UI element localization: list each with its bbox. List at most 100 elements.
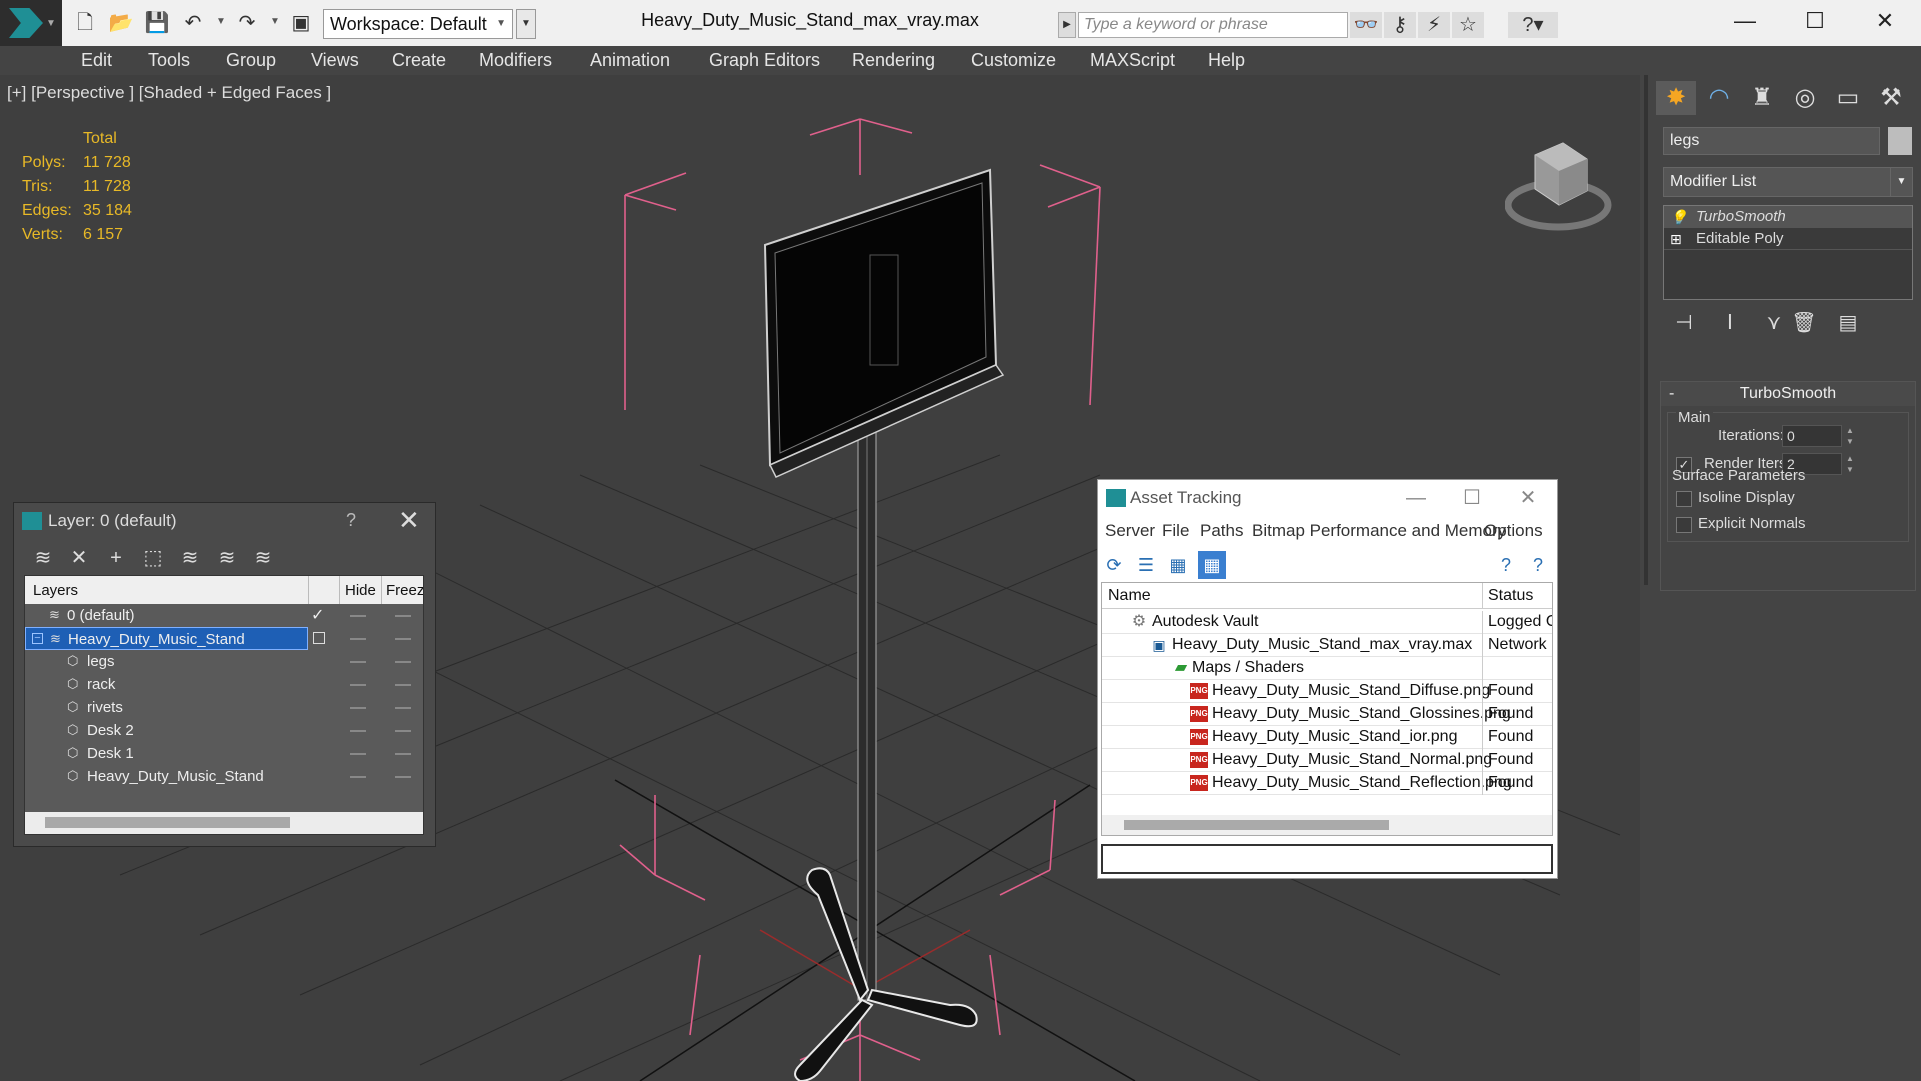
hide-unhide-all-icon[interactable]: ≋ <box>248 543 278 573</box>
add-to-layer-icon[interactable]: + <box>101 543 131 573</box>
project-folder-icon[interactable]: ▣ <box>288 11 314 35</box>
spinner-arrows-icon[interactable]: ▲ ▼ <box>1844 453 1856 475</box>
rollout-header[interactable]: - TurboSmooth <box>1661 382 1915 406</box>
menu-options[interactable]: Options <box>1484 521 1543 541</box>
hide-toggle[interactable] <box>350 753 366 755</box>
freeze-toggle[interactable] <box>395 615 411 617</box>
asset-path-field[interactable] <box>1101 844 1553 874</box>
hide-toggle[interactable] <box>350 661 366 663</box>
freeze-toggle[interactable] <box>395 707 411 709</box>
layer-object-row[interactable]: ⬡ legs <box>25 650 423 673</box>
undo-icon[interactable]: ↶ <box>180 11 206 35</box>
select-objects-icon[interactable]: ⬚ <box>138 543 168 573</box>
key-icon[interactable]: ⚷ <box>1384 12 1416 38</box>
minimize-icon[interactable]: — <box>1716 4 1774 38</box>
freeze-toggle[interactable] <box>395 753 411 755</box>
hide-toggle[interactable] <box>350 638 366 640</box>
menu-paths[interactable]: Paths <box>1200 521 1243 541</box>
asset-row[interactable]: PNG Heavy_Duty_Music_Stand_Reflection.pn… <box>1102 772 1552 795</box>
freeze-toggle[interactable] <box>395 776 411 778</box>
layer-object-row[interactable]: ⬡ Desk 2 <box>25 719 423 742</box>
save-icon[interactable]: 💾 <box>144 11 170 35</box>
collapse-icon[interactable]: − <box>32 633 43 644</box>
maximize-icon[interactable]: ☐ <box>1444 482 1500 514</box>
menu-tools[interactable]: Tools <box>148 50 190 71</box>
thumbnail-view-icon[interactable]: ▦ <box>1164 551 1192 579</box>
menu-bitmap-performance[interactable]: Bitmap Performance and Memory <box>1252 521 1506 541</box>
app-menu-button[interactable]: ▼ <box>0 0 62 46</box>
asset-row[interactable]: ▣ Heavy_Duty_Music_Stand_max_vray.max Ne… <box>1102 634 1552 657</box>
menu-maxscript[interactable]: MAXScript <box>1090 50 1175 71</box>
menu-edit[interactable]: Edit <box>81 50 112 71</box>
signin-icon[interactable]: ⚡ <box>1418 12 1450 38</box>
dialog-title-bar[interactable]: Layer: 0 (default) ? ✕ <box>14 503 435 539</box>
current-layer-checkmark-icon[interactable]: ✓ <box>311 605 324 625</box>
close-icon[interactable]: ✕ <box>1500 482 1556 514</box>
new-layer-icon[interactable]: ≋ <box>28 543 58 573</box>
hide-toggle[interactable] <box>350 684 366 686</box>
layer-row[interactable]: − ≋ Heavy_Duty_Music_Stand <box>25 627 423 650</box>
iterations-spinner[interactable]: 0 <box>1782 425 1842 447</box>
object-name-field[interactable]: legs <box>1663 127 1880 155</box>
search-expand-button[interactable]: ▶ <box>1058 12 1076 38</box>
binoculars-icon[interactable]: 👓 <box>1350 12 1382 38</box>
freeze-toggle[interactable] <box>395 661 411 663</box>
new-file-icon[interactable]: 🗋 <box>72 11 98 35</box>
close-icon[interactable]: ✕ <box>398 505 420 536</box>
hide-toggle[interactable] <box>350 615 366 617</box>
layer-object-row[interactable]: ⬡ rack <box>25 673 423 696</box>
menu-customize[interactable]: Customize <box>971 50 1056 71</box>
show-end-result-icon[interactable]: Ⅰ <box>1715 309 1745 337</box>
list-view-icon[interactable]: ☰ <box>1132 551 1160 579</box>
menu-views[interactable]: Views <box>311 50 359 71</box>
object-color-swatch[interactable] <box>1888 127 1912 155</box>
asset-row[interactable]: PNG Heavy_Duty_Music_Stand_Glossines.png… <box>1102 703 1552 726</box>
isoline-display-checkbox[interactable] <box>1676 491 1692 507</box>
motion-tab-icon[interactable]: ◎ <box>1785 81 1825 115</box>
make-unique-icon[interactable]: ⋎ <box>1759 309 1789 337</box>
menu-file[interactable]: File <box>1162 521 1189 541</box>
column-status[interactable]: Status <box>1488 587 1533 605</box>
open-file-icon[interactable]: 📂 <box>108 11 134 35</box>
refresh-icon[interactable]: ⟳ <box>1100 551 1128 579</box>
asset-row[interactable]: ⚙ Autodesk Vault Logged O <box>1102 611 1552 634</box>
star-icon[interactable]: ☆ <box>1452 12 1484 38</box>
close-icon[interactable]: ✕ <box>1856 4 1914 38</box>
redo-dropdown-icon[interactable]: ▼ <box>270 16 280 27</box>
help-context-icon[interactable]: ? <box>1524 551 1552 579</box>
menu-graph-editors[interactable]: Graph Editors <box>709 50 820 71</box>
create-tab-icon[interactable]: ✸ <box>1656 81 1696 115</box>
column-freeze[interactable]: Freeze <box>386 582 423 599</box>
asset-row[interactable]: PNG Heavy_Duty_Music_Stand_Diffuse.png F… <box>1102 680 1552 703</box>
layer-object-row[interactable]: ⬡ rivets <box>25 696 423 719</box>
dialog-title-bar[interactable]: Asset Tracking — ☐ ✕ <box>1098 480 1557 516</box>
hide-toggle[interactable] <box>350 776 366 778</box>
stack-item-editable-poly[interactable]: ⊞ Editable Poly <box>1664 228 1912 250</box>
hierarchy-tab-icon[interactable]: ♜ <box>1742 81 1782 115</box>
viewport-label[interactable]: [+] [Perspective ] [Shaded + Edged Faces… <box>7 83 331 103</box>
menu-rendering[interactable]: Rendering <box>852 50 935 71</box>
set-current-checkbox[interactable] <box>313 632 325 644</box>
menu-help[interactable]: Help <box>1208 50 1245 71</box>
menu-group[interactable]: Group <box>226 50 276 71</box>
freeze-toggle[interactable] <box>395 684 411 686</box>
help-button[interactable]: ? <box>346 510 356 531</box>
maximize-icon[interactable]: ☐ <box>1786 4 1844 38</box>
help-icon[interactable]: ? <box>1492 551 1520 579</box>
hide-toggle[interactable] <box>350 707 366 709</box>
modify-tab-icon[interactable]: ◠ <box>1699 81 1739 115</box>
search-input[interactable]: Type a keyword or phrase <box>1078 12 1348 38</box>
select-layer-icon[interactable]: ≋ <box>175 543 205 573</box>
scrollbar-thumb[interactable] <box>45 817 290 828</box>
surface-parameters-group[interactable]: Surface Parameters <box>1672 467 1805 484</box>
hide-toggle[interactable] <box>350 730 366 732</box>
delete-layer-icon[interactable]: ✕ <box>64 543 94 573</box>
minimize-icon[interactable]: — <box>1388 482 1444 514</box>
layer-object-row[interactable]: ⬡ Desk 1 <box>25 742 423 765</box>
spinner-arrows-icon[interactable]: ▲ ▼ <box>1844 425 1856 447</box>
display-tab-icon[interactable]: ▭ <box>1828 81 1868 115</box>
scrollbar-thumb[interactable] <box>1124 820 1389 830</box>
bulb-icon[interactable]: 💡 <box>1670 206 1687 228</box>
quick-access-customize-button[interactable]: ▼ <box>516 9 536 39</box>
freeze-toggle[interactable] <box>395 638 411 640</box>
